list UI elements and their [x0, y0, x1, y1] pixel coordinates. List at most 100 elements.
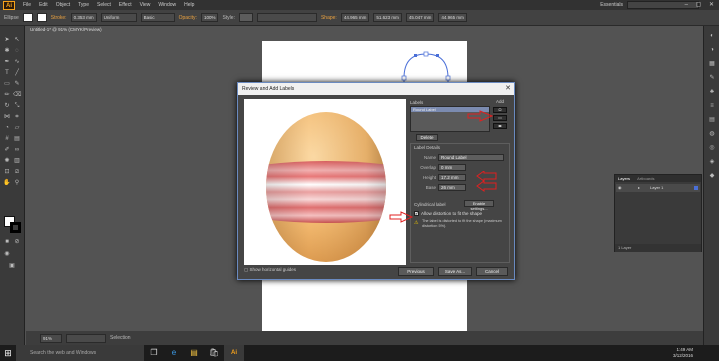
pen-tool-icon[interactable]: ✒ — [3, 58, 11, 66]
scale-tool-icon[interactable]: ⤡ — [13, 102, 21, 110]
opacity-input[interactable]: 100% — [200, 13, 219, 22]
none-mode-icon[interactable]: ⊘ — [13, 238, 21, 246]
menu-object[interactable]: Object — [52, 2, 74, 8]
y-input[interactable]: 44.965 mm — [438, 13, 467, 22]
enable-settings-button[interactable]: Enable settings... — [464, 200, 494, 211]
add-round-label-button[interactable]: ⬭ — [493, 107, 507, 113]
show-guides-checkbox[interactable]: ▢ Show horizontal guides — [244, 267, 296, 273]
previous-button[interactable]: Previous — [398, 267, 434, 276]
layer-name[interactable]: Layer 1 — [650, 185, 663, 190]
tab-artboards[interactable]: Artboards — [634, 176, 657, 181]
free-transform-tool-icon[interactable]: ⌗ — [13, 113, 21, 121]
system-clock[interactable]: 1:49 AM 3/12/2016 — [673, 347, 693, 359]
lasso-tool-icon[interactable]: ◌ — [13, 47, 21, 55]
width-input[interactable]: 44.965 mm — [340, 13, 370, 22]
curvature-tool-icon[interactable]: ∿ — [13, 58, 21, 66]
symbols-panel-icon[interactable]: ♣ — [708, 88, 716, 96]
illustrator-taskbar-icon[interactable]: Ai — [224, 345, 244, 361]
gradient-tool-icon[interactable]: ▤ — [13, 135, 21, 143]
taskbar-search[interactable]: Search the web and Windows — [16, 345, 144, 361]
color-guide-icon[interactable]: ◑ — [708, 46, 716, 54]
add-cap-label-button[interactable]: ⬬ — [493, 123, 507, 129]
width-tool-icon[interactable]: ⋈ — [3, 113, 11, 121]
menu-view[interactable]: View — [136, 2, 155, 8]
zoom-tool-icon[interactable]: ⚲ — [13, 179, 21, 187]
gradient-panel-icon[interactable]: ▤ — [708, 116, 716, 124]
workspace-switcher[interactable]: Essentials — [600, 2, 623, 8]
variable-width-profile[interactable]: Uniform — [100, 13, 137, 22]
pencil-tool-icon[interactable]: ✏ — [3, 91, 11, 99]
visibility-eye-icon[interactable]: ◉ — [618, 185, 622, 190]
layers-panel-icon[interactable]: ◆ — [708, 172, 716, 180]
menu-type[interactable]: Type — [74, 2, 93, 8]
save-as-button[interactable]: Save As... — [438, 267, 472, 276]
overlap-field[interactable]: 0 mm — [438, 164, 466, 171]
dialog-close-icon[interactable]: ✕ — [505, 83, 511, 95]
window-controls[interactable]: – ▢ ✕ — [685, 1, 717, 8]
menu-window[interactable]: Window — [154, 2, 180, 8]
add-rectangle-label-button[interactable]: ▭ — [493, 115, 507, 121]
brush-definition[interactable]: Basic — [140, 13, 175, 22]
delete-button[interactable]: Delete — [416, 134, 438, 141]
shape-builder-tool-icon[interactable]: ◔ — [3, 124, 11, 132]
graphic-styles-icon[interactable]: ◈ — [708, 158, 716, 166]
screen-mode-icon[interactable]: ▣ — [8, 262, 16, 270]
windows-logo-icon[interactable]: ⊞ — [0, 345, 16, 361]
menu-effect[interactable]: Effect — [115, 2, 136, 8]
name-field[interactable]: Round Label — [438, 154, 504, 161]
slice-tool-icon[interactable]: ⧄ — [13, 168, 21, 176]
stroke-weight-input[interactable]: 0.353 mm — [70, 13, 97, 22]
selection-tool-icon[interactable]: ➤ — [3, 36, 11, 44]
column-graph-tool-icon[interactable]: ▥ — [13, 157, 21, 165]
file-explorer-icon[interactable]: ▤ — [184, 345, 204, 361]
shape-label[interactable]: Shape: — [321, 15, 337, 21]
height-field[interactable]: 17.2 mm — [438, 174, 466, 181]
tab-layers[interactable]: Layers — [615, 176, 633, 181]
fill-swatch[interactable] — [22, 13, 33, 22]
artboard-navigator[interactable] — [66, 333, 106, 343]
base-field[interactable]: 26 mm — [438, 184, 466, 191]
status-tool[interactable]: Selection — [110, 335, 131, 341]
layer-row[interactable]: ◉ ▸ Layer 1 — [616, 184, 700, 192]
stroke-swatch[interactable] — [36, 13, 47, 22]
direct-selection-tool-icon[interactable]: ↖ — [13, 36, 21, 44]
rotate-tool-icon[interactable]: ↻ — [3, 102, 11, 110]
menu-file[interactable]: File — [19, 2, 35, 8]
stroke-label[interactable]: Stroke: — [51, 15, 67, 21]
edge-icon[interactable]: e — [164, 345, 184, 361]
symbol-sprayer-tool-icon[interactable]: ✺ — [3, 157, 11, 165]
brushes-panel-icon[interactable]: ✎ — [708, 74, 716, 82]
appearance-panel-icon[interactable]: ◎ — [708, 144, 716, 152]
height-input[interactable]: 45.047 mm — [405, 13, 435, 22]
store-icon[interactable]: 🛍 — [204, 345, 224, 361]
line-tool-icon[interactable]: ╱ — [13, 69, 21, 77]
artboard-tool-icon[interactable]: ⊡ — [3, 168, 11, 176]
paintbrush-tool-icon[interactable]: ✎ — [13, 80, 21, 88]
menu-select[interactable]: Select — [93, 2, 115, 8]
rectangle-tool-icon[interactable]: ▭ — [3, 80, 11, 88]
stroke-panel-icon[interactable]: ≡ — [708, 102, 716, 110]
eyedropper-tool-icon[interactable]: ✐ — [3, 146, 11, 154]
opacity-label[interactable]: Opacity: — [179, 15, 197, 21]
mesh-tool-icon[interactable]: # — [3, 135, 11, 143]
stroke-color-swatch[interactable] — [10, 222, 21, 233]
x-input[interactable]: 51.623 mm — [373, 13, 402, 22]
expand-arrow-icon[interactable]: ▸ — [638, 185, 640, 190]
color-mode-icon[interactable]: ■ — [3, 238, 11, 246]
menu-help[interactable]: Help — [180, 2, 198, 8]
eraser-tool-icon[interactable]: ⌫ — [13, 91, 21, 99]
task-view-icon[interactable]: ❐ — [144, 345, 164, 361]
color-panel-icon[interactable]: ◐ — [708, 32, 716, 40]
swatches-panel-icon[interactable]: ▦ — [708, 60, 716, 68]
draw-mode-icon[interactable]: ◉ — [3, 250, 11, 258]
allow-distortion-checkbox[interactable]: ✔ — [414, 211, 419, 216]
type-tool-icon[interactable]: T — [3, 69, 11, 77]
blend-tool-icon[interactable]: ∞ — [13, 146, 21, 154]
graphic-style-picker[interactable] — [238, 13, 253, 22]
magic-wand-tool-icon[interactable]: ✱ — [3, 47, 11, 55]
menu-edit[interactable]: Edit — [35, 2, 52, 8]
perspective-tool-icon[interactable]: ▱ — [13, 124, 21, 132]
hand-tool-icon[interactable]: ✋ — [3, 179, 11, 187]
transparency-panel-icon[interactable]: ◍ — [708, 130, 716, 138]
zoom-level[interactable]: 91% — [40, 333, 62, 343]
